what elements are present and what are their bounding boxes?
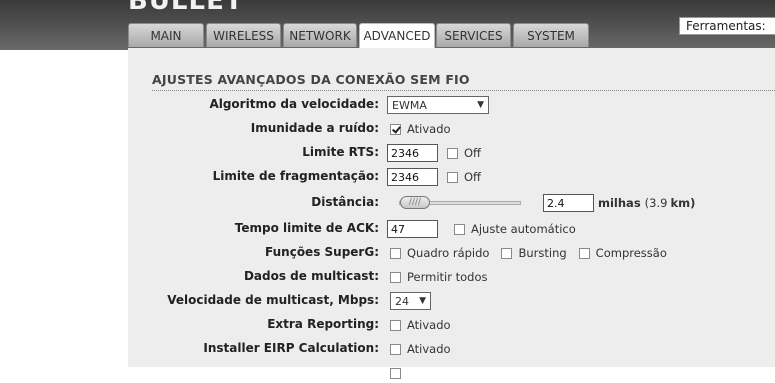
rate-algorithm-select[interactable]: EWMA ▼ [387,96,489,114]
noise-immunity-checkbox[interactable] [390,123,401,135]
row-fragmentation: Limite de fragmentação: 2346 Off [128,167,775,187]
tab-services[interactable]: SERVICES [436,23,511,47]
fragmentation-off-label: Off [464,170,481,184]
distance-slider[interactable]: //// [399,194,521,212]
superg-fast-frame-checkbox[interactable] [390,247,401,259]
extra-reporting-option: Ativado [407,318,451,332]
section-title: AJUSTES AVANÇADOS DA CONEXÃO SEM FIO [152,72,470,87]
rts-off-label: Off [464,146,481,160]
chevron-down-icon: ▼ [477,100,484,110]
section-divider [152,90,775,92]
row-distance: Distância: //// 2.4 milhas (3.9 km) [128,193,775,213]
tab-advanced[interactable]: ADVANCED [359,23,435,49]
multicast-allow-checkbox[interactable] [390,271,401,283]
row-superg: Funções SuperG: Quadro rápido Bursting C… [128,243,775,263]
chevron-down-icon: ▼ [419,296,426,306]
row-rts: Limite RTS: 2346 Off [128,143,775,163]
ack-timeout-input[interactable]: 47 [387,220,438,238]
superg-compression-checkbox[interactable] [578,247,590,259]
multicast-allow-label: Permitir todos [407,270,488,284]
multicast-rate-value: 24 [395,294,409,308]
partial-checkbox[interactable] [390,367,401,379]
rts-input[interactable]: 2346 [387,144,438,162]
tab-system[interactable]: SYSTEM [513,23,589,47]
distance-input[interactable]: 2.4 [543,194,594,212]
row-ack-timeout: Tempo limite de ACK: 47 Ajuste automátic… [128,219,775,239]
extra-reporting-checkbox[interactable] [390,319,401,331]
ack-auto-checkbox[interactable] [454,223,465,235]
eirp-checkbox[interactable] [390,343,401,355]
multicast-label: Dados de multicast: [243,269,379,283]
distance-slider-handle[interactable]: //// [400,196,430,209]
rts-off-checkbox[interactable] [447,147,458,159]
distance-km-value: (3.9 [644,196,668,210]
eirp-option: Ativado [407,342,451,356]
ack-timeout-label: Tempo limite de ACK: [234,221,379,235]
ack-auto-label: Ajuste automático [471,222,576,236]
tab-main[interactable]: MAIN [128,23,204,47]
row-partial-next [128,363,775,383]
row-noise-immunity: Imunidade a ruído: Ativado [128,119,775,139]
multicast-rate-label: Velocidade de multicast, Mbps: [167,293,379,307]
superg-bursting-checkbox[interactable] [501,247,513,259]
multicast-rate-select[interactable]: 24 ▼ [390,292,431,310]
tab-wireless[interactable]: WIRELESS [206,23,281,47]
fragmentation-label: Limite de fragmentação: [212,169,379,183]
superg-compression-label: Compressão [595,246,667,260]
rate-algorithm-label: Algoritmo da velocidade: [209,97,379,111]
rts-label: Limite RTS: [302,145,379,159]
row-rate-algorithm: Algoritmo da velocidade: EWMA ▼ [128,95,775,115]
distance-label: Distância: [311,195,379,209]
product-logo: BULLET [128,0,244,16]
noise-immunity-option: Ativado [407,122,451,136]
row-multicast-rate: Velocidade de multicast, Mbps: 24 ▼ [128,291,775,311]
tab-network[interactable]: NETWORK [283,23,357,47]
rate-algorithm-value: EWMA [392,98,427,112]
row-extra-reporting: Extra Reporting: Ativado [128,315,775,335]
distance-km-unit: km) [670,196,696,210]
superg-fast-frame-label: Quadro rápido [407,246,490,260]
row-multicast: Dados de multicast: Permitir todos [128,267,775,287]
tools-dropdown[interactable]: Ferramentas: [679,17,775,35]
row-eirp: Installer EIRP Calculation: Ativado [128,339,775,359]
superg-label: Funções SuperG: [265,245,379,259]
distance-unit: milhas [598,196,641,210]
extra-reporting-label: Extra Reporting: [267,317,379,331]
eirp-label: Installer EIRP Calculation: [203,341,379,355]
fragmentation-off-checkbox[interactable] [447,171,458,183]
advanced-page: AJUSTES AVANÇADOS DA CONEXÃO SEM FIO Alg… [128,48,775,379]
noise-immunity-label: Imunidade a ruído: [250,121,379,135]
fragmentation-input[interactable]: 2346 [387,168,438,186]
superg-bursting-label: Bursting [518,246,567,260]
